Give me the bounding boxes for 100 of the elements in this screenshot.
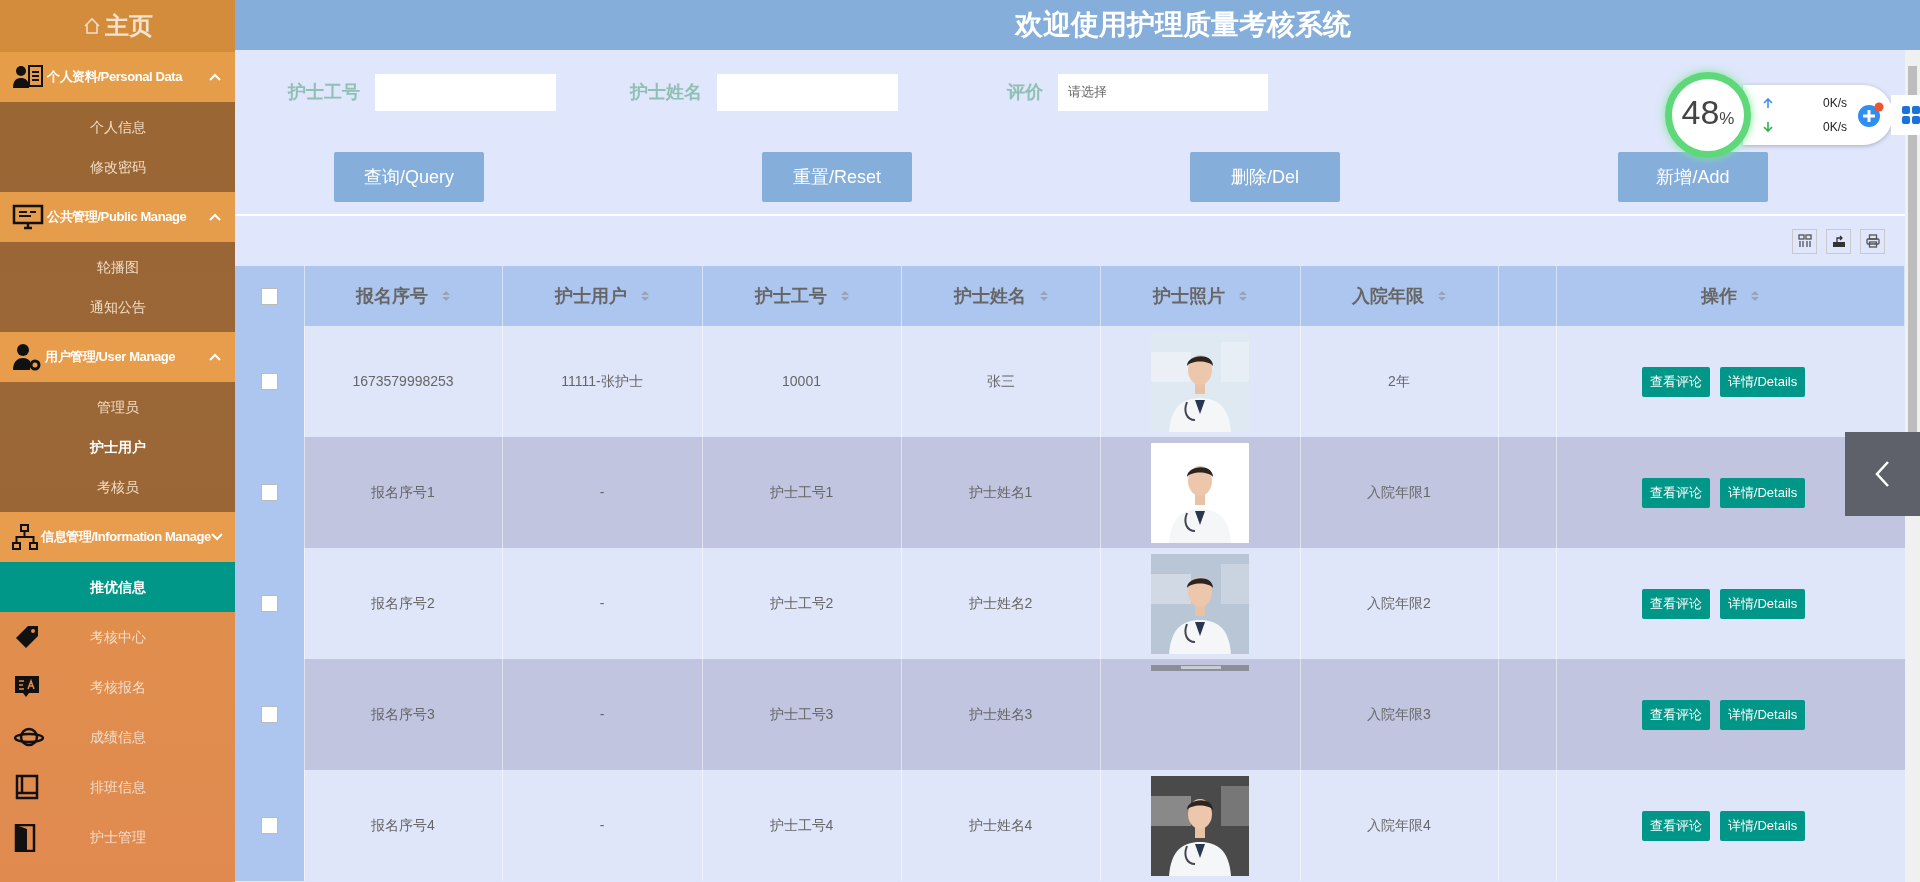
speed-text: 0K/s — [1823, 119, 1847, 136]
table-row[interactable]: 报名序号1 - 护士工号1 护士姓名1 入院年限1 查看评论 详情/Details — [235, 437, 1905, 548]
checkbox[interactable] — [260, 817, 278, 834]
filter-label: 评价 — [1007, 80, 1043, 104]
sort-icon[interactable] — [840, 290, 849, 302]
submenu-item[interactable]: 考核员 — [0, 467, 235, 507]
collapse-tab[interactable] — [1845, 432, 1920, 516]
table-cell: 护士姓名4 — [968, 817, 1033, 833]
table-cell: 护士姓名3 — [968, 706, 1033, 722]
print-icon[interactable] — [1860, 228, 1885, 254]
sort-icon[interactable] — [1039, 290, 1048, 302]
row-action-button[interactable]: 详情/Details — [1719, 810, 1806, 841]
filter-label: 护士姓名 — [630, 80, 702, 104]
book-icon — [14, 774, 40, 800]
table-cell: 护士姓名2 — [968, 595, 1033, 611]
menu-group-label: 个人资料/Personal Data — [47, 68, 184, 87]
apps-icon — [1901, 105, 1920, 125]
tag-icon — [14, 624, 40, 650]
table-cell: 报名序号1 — [371, 484, 435, 500]
row-action-button[interactable]: 详情/Details — [1719, 366, 1806, 397]
column-header[interactable]: 入院年限 — [1352, 282, 1424, 310]
menu-group-label: 信息管理/Information Manage — [41, 528, 211, 547]
checkbox[interactable] — [260, 706, 278, 723]
menu-item[interactable]: 推优信息 — [0, 562, 235, 612]
column-header[interactable]: 护士用户 — [555, 282, 627, 310]
row-action-button[interactable]: 详情/Details — [1719, 699, 1806, 730]
checkbox[interactable] — [260, 373, 278, 390]
row-action-button[interactable]: 查看评论 — [1641, 366, 1710, 397]
submenu-item[interactable]: 个人信息 — [0, 107, 235, 147]
plus-icon[interactable] — [1857, 102, 1885, 128]
table-cell: - — [599, 484, 605, 500]
speed-text: 0K/s — [1823, 95, 1847, 112]
checkbox[interactable] — [260, 484, 278, 501]
table-cell: 2年 — [1388, 373, 1410, 389]
submenu-item[interactable]: 轮播图 — [0, 247, 235, 287]
table-row[interactable]: 报名序号3 - 护士工号3 护士姓名3 入院年限3 查看评论 详情/Details — [235, 659, 1905, 770]
menu-item[interactable]: 排班信息 — [0, 762, 235, 812]
sort-icon[interactable] — [1239, 290, 1247, 302]
user-gear-icon — [12, 343, 42, 371]
action-button[interactable]: 查询/Query — [334, 152, 484, 202]
checkbox[interactable] — [260, 595, 278, 612]
row-action-button[interactable]: 查看评论 — [1641, 477, 1710, 508]
menu-item[interactable]: 成绩信息 — [0, 712, 235, 762]
menu-item[interactable]: 护士管理 — [0, 812, 235, 862]
checkbox[interactable] — [260, 287, 278, 305]
submenu-item[interactable]: 护士用户 — [0, 427, 235, 467]
table-cell: 护士姓名1 — [968, 484, 1033, 500]
apps-button[interactable] — [1891, 95, 1920, 135]
submenu-item[interactable]: 修改密码 — [0, 147, 235, 187]
table-cell: 入院年限4 — [1367, 817, 1431, 833]
table-row[interactable]: 报名序号2 - 护士工号2 护士姓名2 入院年限2 查看评论 详情/Details — [235, 548, 1905, 659]
table-cell: 护士工号1 — [769, 484, 834, 500]
table-cell: 护士工号2 — [769, 595, 834, 611]
table-cell: 报名序号2 — [371, 595, 435, 611]
submenu-item[interactable]: 管理员 — [0, 387, 235, 427]
menu-group-label: 用户管理/User Manage — [45, 348, 177, 367]
sort-icon[interactable] — [442, 290, 450, 302]
filter-label: 护士工号 — [288, 80, 360, 104]
home-link[interactable]: 主页 — [104, 8, 153, 44]
action-button[interactable]: 重置/Reset — [762, 152, 912, 202]
column-header[interactable]: 操作 — [1701, 282, 1738, 310]
sort-icon[interactable] — [1751, 290, 1760, 302]
table-row[interactable]: 1673579998253 11111-张护士 10001 张三 2年 查看评论 详情/Details — [235, 326, 1905, 437]
table-cell: 10001 — [782, 373, 821, 389]
page-title: 欢迎使用护理质量考核系统 — [1014, 8, 1351, 42]
action-button[interactable]: 删除/Del — [1190, 152, 1340, 202]
table-cell: 入院年限1 — [1367, 484, 1431, 500]
table-row[interactable]: 报名序号4 - 护士工号4 护士姓名4 入院年限4 查看评论 详情/Details — [235, 770, 1905, 881]
home-icon — [82, 17, 101, 35]
select-field[interactable]: 请选择 — [1058, 73, 1268, 111]
menu-group-header[interactable]: 个人资料/Personal Data — [0, 52, 235, 102]
menu-group-header[interactable]: 用户管理/User Manage — [0, 332, 235, 382]
table-cell: 护士工号3 — [769, 706, 834, 722]
input-field[interactable] — [375, 73, 556, 111]
columns-icon[interactable] — [1792, 228, 1817, 254]
submenu-item[interactable]: 通知公告 — [0, 287, 235, 327]
table-cell: 入院年限3 — [1367, 706, 1431, 722]
row-action-button[interactable]: 详情/Details — [1719, 477, 1806, 508]
table-cell: - — [599, 706, 605, 722]
column-header[interactable]: 报名序号 — [356, 282, 428, 310]
column-header[interactable]: 护士姓名 — [953, 282, 1026, 310]
person-card-icon — [12, 64, 44, 90]
export-icon[interactable] — [1826, 228, 1851, 254]
menu-item[interactable]: 考核报名 — [0, 662, 235, 712]
input-field[interactable] — [717, 73, 898, 111]
table-cell: 报名序号3 — [371, 706, 435, 722]
menu-item[interactable]: 考核中心 — [0, 612, 235, 662]
menu-group-header[interactable]: 公共管理/Public Manage — [0, 192, 235, 242]
action-button[interactable]: 新增/Add — [1618, 152, 1768, 202]
row-action-button[interactable]: 详情/Details — [1719, 588, 1806, 619]
row-action-button[interactable]: 查看评论 — [1641, 588, 1710, 619]
hierarchy-icon — [12, 524, 38, 550]
row-action-button[interactable]: 查看评论 — [1641, 699, 1710, 730]
sort-icon[interactable] — [641, 290, 649, 302]
menu-group-header[interactable]: 信息管理/Information Manage — [0, 512, 235, 562]
row-action-button[interactable]: 查看评论 — [1641, 810, 1710, 841]
column-header[interactable]: 护士照片 — [1153, 282, 1225, 310]
column-header[interactable]: 护士工号 — [754, 282, 827, 310]
monitor-icon — [12, 204, 44, 230]
sort-icon[interactable] — [1438, 290, 1446, 302]
